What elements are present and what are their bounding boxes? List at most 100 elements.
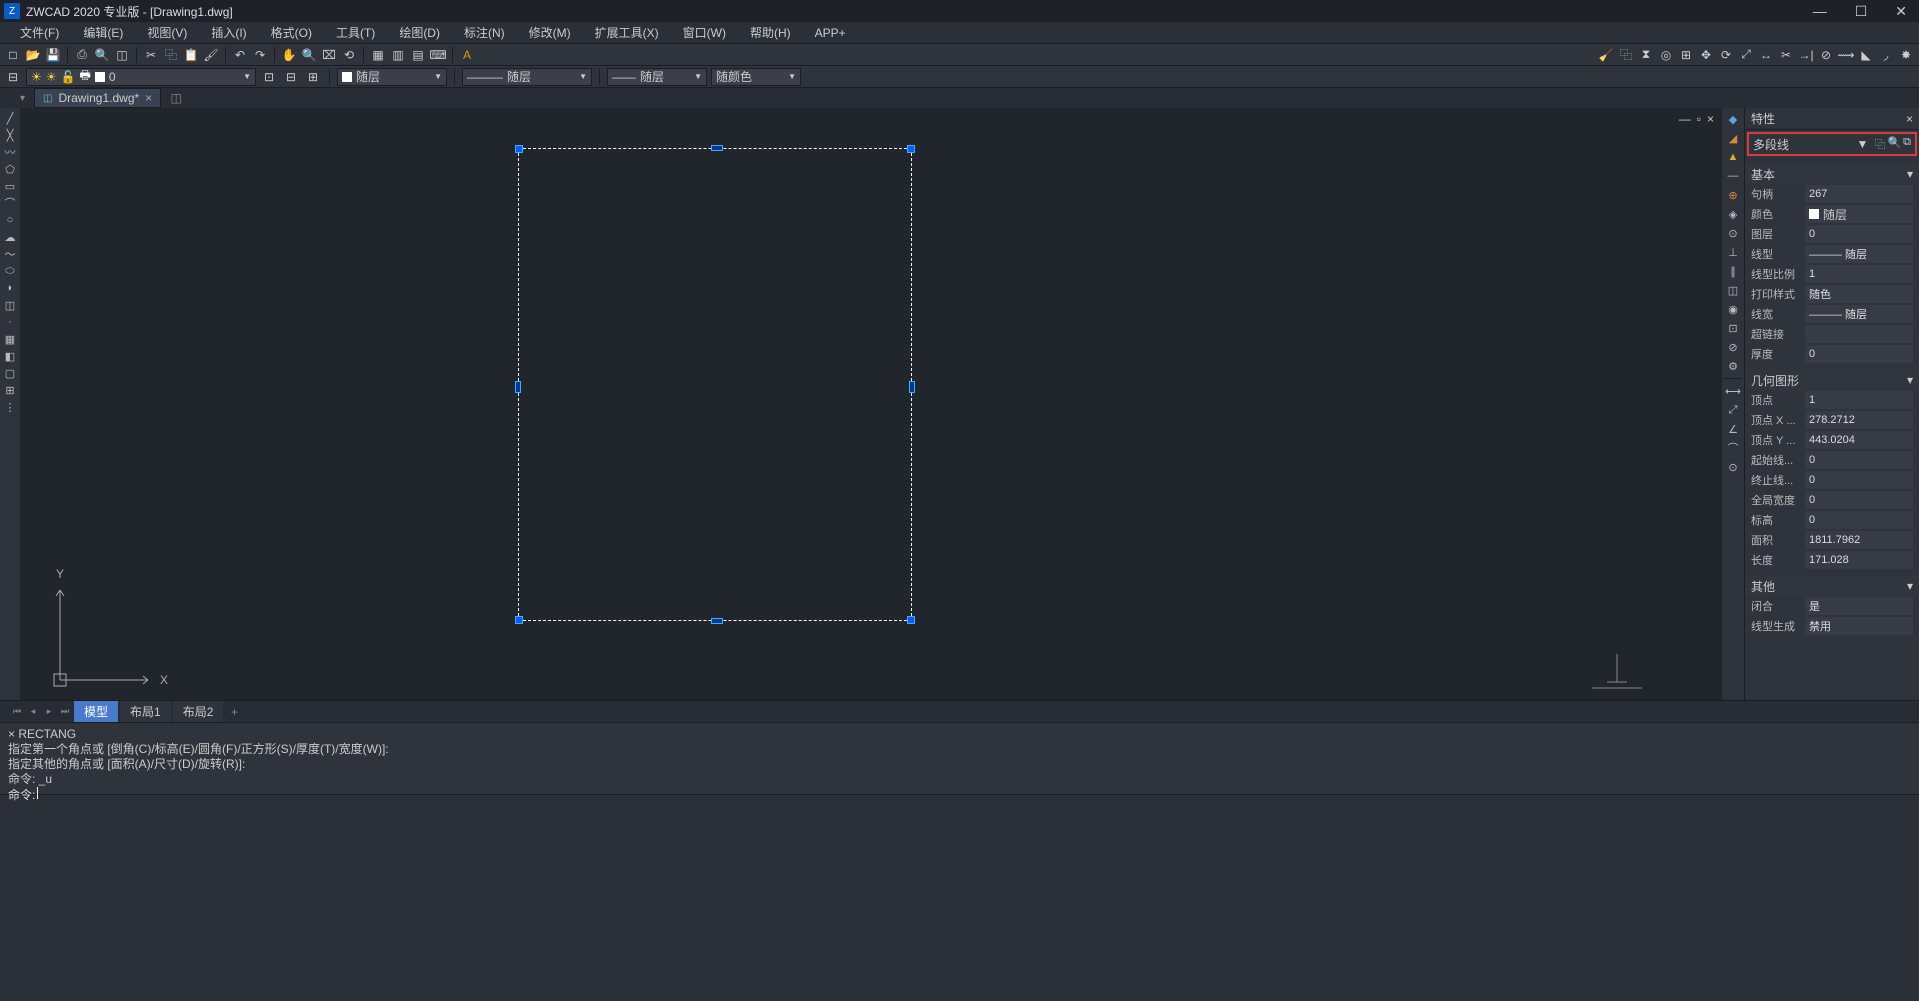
prop-start-width[interactable]: 0 (1805, 451, 1913, 469)
dim-linear-icon[interactable]: ⟷ (1724, 382, 1742, 400)
dim-arc-icon[interactable]: ⌒ (1724, 439, 1742, 457)
prop-end-width[interactable]: 0 (1805, 471, 1913, 489)
osnap-nea-icon[interactable]: ⊡ (1724, 319, 1742, 337)
menu-insert[interactable]: 插入(I) (199, 22, 258, 43)
ellipsearc-icon[interactable]: ◗ (2, 280, 18, 296)
dim-aligned-icon[interactable]: ⤢ (1724, 401, 1742, 419)
close-button[interactable]: ✕ (1895, 3, 1907, 20)
save-icon[interactable]: 💾 (44, 46, 62, 64)
properties-selection-dropdown[interactable]: 多段线 ▼ ⿻ 🔍 ⧉ (1747, 132, 1917, 156)
toolpalette-icon[interactable]: ▥ (389, 46, 407, 64)
osnap-par-icon[interactable]: ∥ (1724, 262, 1742, 280)
calc-icon[interactable]: ⌨ (429, 46, 447, 64)
mod-fillet-icon[interactable]: ◞ (1877, 46, 1895, 64)
table-icon[interactable]: ▤ (409, 46, 427, 64)
osnap-ins-icon[interactable]: ◫ (1724, 281, 1742, 299)
mod-extend-icon[interactable]: →| (1797, 46, 1815, 64)
menu-edit[interactable]: 编辑(E) (71, 22, 135, 43)
prop-hyperlink[interactable] (1805, 325, 1913, 343)
grip-vertex-1[interactable] (515, 145, 523, 153)
viewport-close-icon[interactable]: × (1707, 112, 1714, 126)
mod-stretch-icon[interactable]: ↔ (1757, 46, 1775, 64)
pline-icon[interactable]: 〰 (2, 144, 18, 160)
ellipse-icon[interactable]: ⬭ (2, 263, 18, 279)
cut-icon[interactable]: ✂ (142, 46, 160, 64)
layprev-icon[interactable]: ⊟ (282, 68, 300, 86)
grip-mid-left[interactable] (515, 381, 521, 393)
mod-offset-icon[interactable]: ◎ (1657, 46, 1675, 64)
linetype-dropdown[interactable]: ———随层 ▼ (462, 68, 592, 86)
prop-global-width[interactable]: 0 (1805, 491, 1913, 509)
open-icon[interactable]: 📂 (24, 46, 42, 64)
block-icon[interactable]: ◫ (2, 297, 18, 313)
prop-ltgen[interactable]: 禁用 (1805, 617, 1913, 635)
prop-elevation[interactable]: 0 (1805, 511, 1913, 529)
copy-icon[interactable]: ⿻ (162, 46, 180, 64)
hatch-icon[interactable]: ▦ (2, 331, 18, 347)
prop-linetype[interactable]: ——— 随层 (1805, 245, 1913, 263)
minimize-button[interactable]: — (1813, 3, 1827, 20)
undo-icon[interactable]: ↶ (231, 46, 249, 64)
region-icon[interactable]: ▢ (2, 365, 18, 381)
prop-thickness[interactable]: 0 (1805, 345, 1913, 363)
mod-trim-icon[interactable]: ✂ (1777, 46, 1795, 64)
new-tab-icon[interactable]: ◫ (167, 91, 185, 105)
matchprop-icon[interactable]: 🖌 (202, 46, 220, 64)
quick-select-icon[interactable]: ⿻ (1874, 136, 1885, 152)
pan-icon[interactable]: ✋ (280, 46, 298, 64)
dcenter-icon[interactable]: ▦ (369, 46, 387, 64)
menu-file[interactable]: 文件(F) (8, 22, 71, 43)
mod-rotate-icon[interactable]: ⟳ (1717, 46, 1735, 64)
menu-tools[interactable]: 工具(T) (324, 22, 387, 43)
add-layout-icon[interactable]: + (225, 705, 243, 719)
tabs-scroll-left[interactable]: ▾ (20, 93, 34, 104)
paste-icon[interactable]: 📋 (182, 46, 200, 64)
dim-radius-icon[interactable]: ⊙ (1724, 458, 1742, 476)
prop-lineweight[interactable]: ——— 随层 (1805, 305, 1913, 323)
table2-icon[interactable]: ⊞ (2, 382, 18, 398)
prop-color[interactable]: 随层 (1805, 205, 1913, 223)
layout-prev-icon[interactable]: ◂ (26, 706, 40, 717)
menu-window[interactable]: 窗口(W) (671, 22, 738, 43)
section-other[interactable]: 其他▾ (1745, 576, 1919, 596)
layiso-icon[interactable]: ⊞ (304, 68, 322, 86)
osnap-cen-icon[interactable]: ⊕ (1724, 186, 1742, 204)
prop-plotstyle[interactable]: 随色 (1805, 285, 1913, 303)
print-icon[interactable]: ⎙ (73, 46, 91, 64)
spline-icon[interactable]: ～ (2, 246, 18, 262)
mod-move-icon[interactable]: ✥ (1697, 46, 1715, 64)
osnap-tan-icon[interactable]: ⊙ (1724, 224, 1742, 242)
preview-icon[interactable]: 🔍 (93, 46, 111, 64)
redo-icon[interactable]: ↷ (251, 46, 269, 64)
layout-first-icon[interactable]: ⏮ (10, 706, 24, 717)
zoomprev-icon[interactable]: ⟲ (340, 46, 358, 64)
osnap-non-icon[interactable]: ⊘ (1724, 338, 1742, 356)
osnap-mid-icon[interactable]: ◢ (1724, 129, 1742, 147)
circle-icon[interactable]: ○ (2, 212, 18, 228)
menu-dimension[interactable]: 标注(N) (452, 22, 517, 43)
tab-model[interactable]: 模型 (74, 701, 118, 722)
menu-format[interactable]: 格式(O) (259, 22, 324, 43)
layout-next-icon[interactable]: ▸ (42, 706, 56, 717)
zoom-icon[interactable]: 🔍 (300, 46, 318, 64)
viewport-min-icon[interactable]: — (1679, 112, 1691, 126)
viewcube-icon[interactable] (1592, 654, 1642, 694)
line-icon[interactable]: ╱ (2, 110, 18, 126)
section-basic[interactable]: 基本▾ (1745, 164, 1919, 184)
command-line[interactable]: × RECTANG 指定第一个角点或 [倒角(C)/标高(E)/圆角(F)/正方… (0, 722, 1919, 794)
xline-icon[interactable]: ╳ (2, 127, 18, 143)
dim-angular-icon[interactable]: ∠ (1724, 420, 1742, 438)
lineweight-dropdown[interactable]: ——随层 ▼ (607, 68, 707, 86)
grip-mid-top[interactable] (711, 145, 723, 151)
layer-dropdown[interactable]: ☀☀ 🔓🖶 0 ▼ (26, 68, 256, 86)
toggle-pickadd-icon[interactable]: ⧉ (1903, 136, 1911, 152)
viewport-max-icon[interactable]: ▫ (1697, 112, 1701, 126)
osnap-set-icon[interactable]: ⚙ (1724, 357, 1742, 375)
menu-help[interactable]: 帮助(H) (738, 22, 803, 43)
grip-vertex-3[interactable] (515, 616, 523, 624)
zoomwin-icon[interactable]: ⌧ (320, 46, 338, 64)
mod-explode-icon[interactable]: ✸ (1897, 46, 1915, 64)
layermgr-icon[interactable]: ⊟ (4, 68, 22, 86)
osnap-ext-icon[interactable]: — (1724, 167, 1742, 185)
section-geometry[interactable]: 几何图形▾ (1745, 370, 1919, 390)
